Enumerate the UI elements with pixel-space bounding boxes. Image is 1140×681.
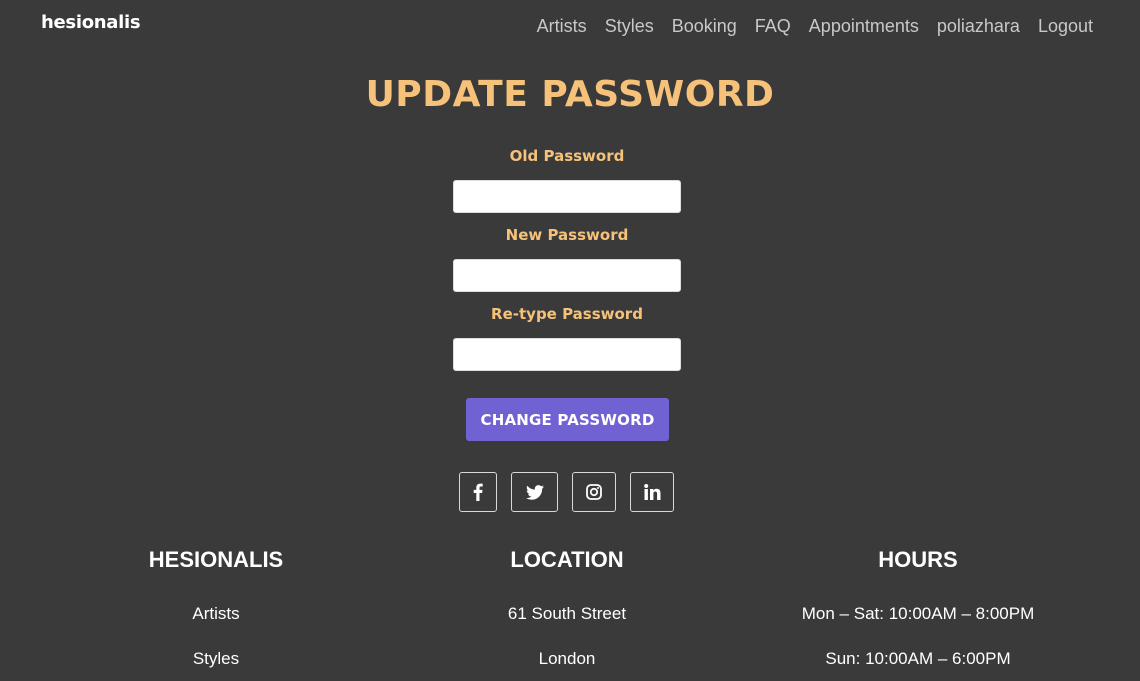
footer-column-brand: HESIONALIS Artists Styles [66,545,366,681]
nav-link-booking[interactable]: Booking [672,16,737,37]
retype-password-label: Re-type Password [491,305,643,323]
nav-link-artists[interactable]: Artists [537,16,587,37]
footer-heading-location: LOCATION [510,547,624,572]
footer-column-location: LOCATION 61 South Street London [417,545,717,681]
change-password-button[interactable]: CHANGE PASSWORD [466,398,669,441]
page-title: UPDATE PASSWORD [365,74,775,115]
footer-hours-weekday: Mon – Sat: 10:00AM – 8:00PM [801,604,1035,623]
new-password-label: New Password [505,226,629,244]
nav-link-faq[interactable]: FAQ [755,16,791,37]
footer-column-hours: HOURS Mon – Sat: 10:00AM – 8:00PM Sun: 1… [768,545,1068,681]
nav-link-username[interactable]: poliazhara [937,16,1020,37]
navbar: hesionalis Artists Styles Booking FAQ Ap… [0,0,1140,56]
nav-link-logout[interactable]: Logout [1038,16,1093,37]
linkedin-button[interactable] [630,472,674,512]
footer-link-artists[interactable]: Artists [66,591,366,636]
old-password-label: Old Password [509,147,625,165]
footer-link-styles[interactable]: Styles [66,636,366,681]
linkedin-icon [643,484,660,500]
footer-address-street: 61 South Street [507,604,627,623]
facebook-button[interactable] [459,472,497,512]
footer-hours-sunday: Sun: 10:00AM – 6:00PM [825,649,1011,668]
social-links [459,472,674,512]
retype-password-input[interactable] [453,338,681,371]
brand-logo[interactable]: hesionalis [41,12,141,33]
new-password-input[interactable] [453,259,681,292]
nav-link-appointments[interactable]: Appointments [809,16,919,37]
instagram-button[interactable] [572,472,616,512]
old-password-input[interactable] [453,180,681,213]
facebook-icon [473,483,483,501]
twitter-button[interactable] [511,472,558,512]
footer-address-city: London [538,649,596,668]
twitter-icon [525,484,544,500]
footer-heading-hours: HOURS [878,547,958,572]
instagram-icon [586,484,602,500]
footer-heading-brand: HESIONALIS [148,547,284,572]
nav-links: Artists Styles Booking FAQ Appointments … [519,16,1093,37]
nav-link-styles[interactable]: Styles [605,16,654,37]
